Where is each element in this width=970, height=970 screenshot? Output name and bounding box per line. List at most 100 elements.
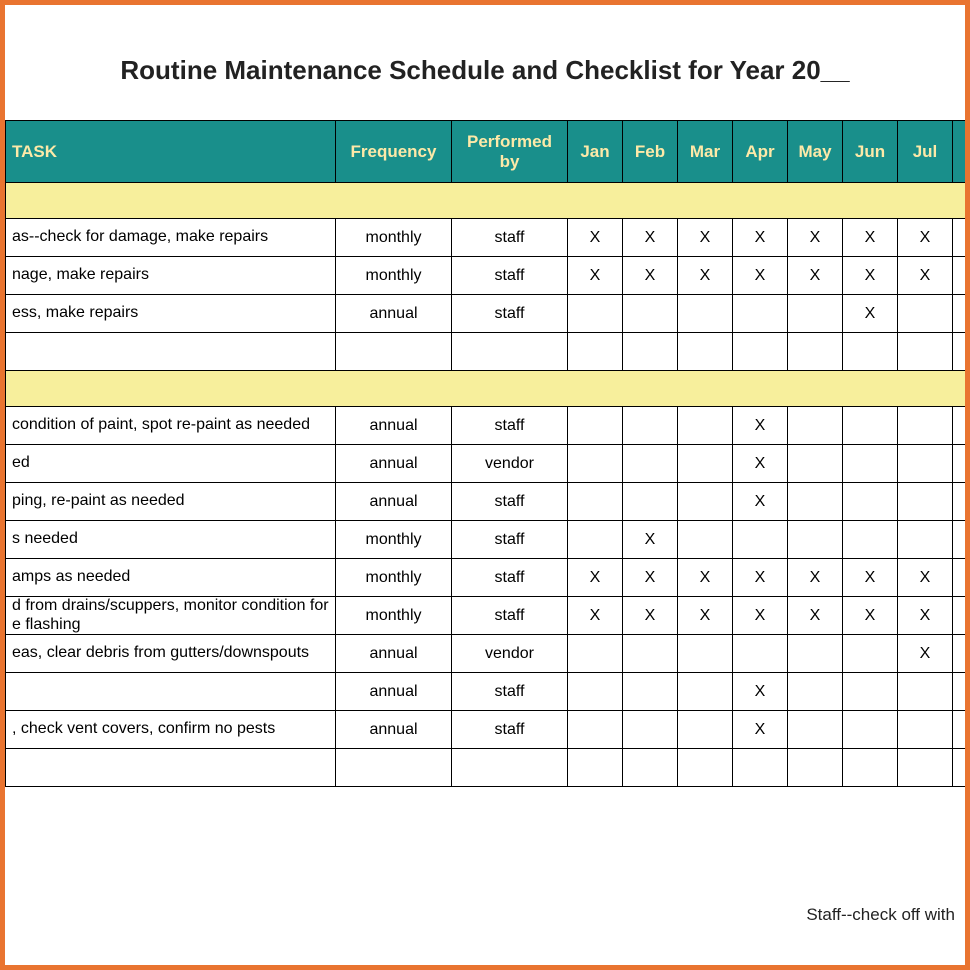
month-cell-partial[interactable] <box>953 407 970 445</box>
month-cell-partial[interactable] <box>953 295 970 333</box>
month-cell[interactable] <box>788 445 843 483</box>
month-cell[interactable] <box>623 445 678 483</box>
month-cell[interactable]: X <box>568 219 623 257</box>
month-cell[interactable] <box>568 521 623 559</box>
month-cell[interactable] <box>788 673 843 711</box>
month-cell[interactable]: X <box>623 257 678 295</box>
month-cell[interactable] <box>898 673 953 711</box>
month-cell[interactable]: X <box>788 257 843 295</box>
month-cell[interactable] <box>898 407 953 445</box>
month-cell[interactable] <box>678 295 733 333</box>
month-cell[interactable]: X <box>843 295 898 333</box>
month-cell[interactable] <box>843 673 898 711</box>
month-cell[interactable] <box>898 711 953 749</box>
month-cell[interactable] <box>678 673 733 711</box>
month-cell[interactable] <box>788 333 843 371</box>
month-cell[interactable]: X <box>623 559 678 597</box>
month-cell[interactable] <box>568 711 623 749</box>
month-cell[interactable]: X <box>623 597 678 635</box>
month-cell-partial[interactable] <box>953 597 970 635</box>
month-cell[interactable] <box>788 711 843 749</box>
month-cell-partial[interactable] <box>953 333 970 371</box>
month-cell[interactable] <box>898 445 953 483</box>
month-cell[interactable] <box>843 407 898 445</box>
month-cell[interactable] <box>843 711 898 749</box>
month-cell[interactable] <box>788 407 843 445</box>
month-cell[interactable] <box>678 749 733 787</box>
month-cell[interactable]: X <box>733 219 788 257</box>
month-cell[interactable]: X <box>733 483 788 521</box>
month-cell[interactable]: X <box>843 597 898 635</box>
month-cell[interactable] <box>898 483 953 521</box>
month-cell[interactable] <box>568 673 623 711</box>
month-cell[interactable] <box>788 635 843 673</box>
month-cell[interactable] <box>623 711 678 749</box>
month-cell[interactable]: X <box>623 521 678 559</box>
month-cell[interactable]: X <box>678 597 733 635</box>
month-cell[interactable] <box>733 521 788 559</box>
month-cell[interactable] <box>678 407 733 445</box>
month-cell[interactable]: X <box>733 711 788 749</box>
month-cell[interactable] <box>678 333 733 371</box>
month-cell[interactable]: X <box>678 219 733 257</box>
month-cell[interactable] <box>623 673 678 711</box>
month-cell[interactable]: X <box>788 219 843 257</box>
month-cell[interactable] <box>678 635 733 673</box>
month-cell-partial[interactable] <box>953 257 970 295</box>
month-cell[interactable]: X <box>898 635 953 673</box>
month-cell[interactable] <box>843 445 898 483</box>
month-cell[interactable]: X <box>898 257 953 295</box>
month-cell[interactable] <box>678 521 733 559</box>
month-cell[interactable] <box>568 635 623 673</box>
month-cell[interactable] <box>843 749 898 787</box>
month-cell[interactable]: X <box>568 257 623 295</box>
month-cell[interactable]: X <box>898 219 953 257</box>
month-cell[interactable] <box>623 333 678 371</box>
month-cell-partial[interactable] <box>953 635 970 673</box>
month-cell[interactable] <box>568 295 623 333</box>
month-cell[interactable] <box>678 711 733 749</box>
month-cell[interactable]: X <box>788 559 843 597</box>
month-cell-partial[interactable] <box>953 521 970 559</box>
month-cell[interactable] <box>733 295 788 333</box>
month-cell[interactable] <box>678 483 733 521</box>
month-cell[interactable] <box>733 749 788 787</box>
month-cell[interactable] <box>623 407 678 445</box>
month-cell[interactable] <box>623 749 678 787</box>
month-cell[interactable]: X <box>898 597 953 635</box>
month-cell[interactable] <box>623 295 678 333</box>
month-cell[interactable]: X <box>568 559 623 597</box>
month-cell[interactable] <box>843 635 898 673</box>
month-cell-partial[interactable] <box>953 483 970 521</box>
month-cell[interactable] <box>788 521 843 559</box>
month-cell[interactable] <box>788 483 843 521</box>
month-cell[interactable] <box>733 635 788 673</box>
month-cell[interactable]: X <box>678 559 733 597</box>
month-cell[interactable]: X <box>898 559 953 597</box>
month-cell[interactable] <box>898 295 953 333</box>
month-cell[interactable] <box>568 333 623 371</box>
month-cell[interactable] <box>623 635 678 673</box>
month-cell[interactable] <box>788 295 843 333</box>
month-cell[interactable]: X <box>843 559 898 597</box>
month-cell-partial[interactable] <box>953 673 970 711</box>
month-cell[interactable] <box>733 333 788 371</box>
month-cell[interactable]: X <box>733 597 788 635</box>
month-cell[interactable] <box>568 445 623 483</box>
month-cell[interactable] <box>843 521 898 559</box>
month-cell[interactable]: X <box>733 559 788 597</box>
month-cell[interactable] <box>623 483 678 521</box>
month-cell[interactable] <box>898 521 953 559</box>
month-cell[interactable]: X <box>733 257 788 295</box>
month-cell-partial[interactable] <box>953 219 970 257</box>
month-cell-partial[interactable] <box>953 749 970 787</box>
month-cell[interactable] <box>898 333 953 371</box>
month-cell[interactable]: X <box>623 219 678 257</box>
month-cell[interactable] <box>843 333 898 371</box>
month-cell[interactable]: X <box>678 257 733 295</box>
month-cell[interactable]: X <box>733 673 788 711</box>
month-cell[interactable] <box>568 407 623 445</box>
month-cell-partial[interactable] <box>953 711 970 749</box>
month-cell[interactable]: X <box>733 445 788 483</box>
month-cell[interactable] <box>568 749 623 787</box>
